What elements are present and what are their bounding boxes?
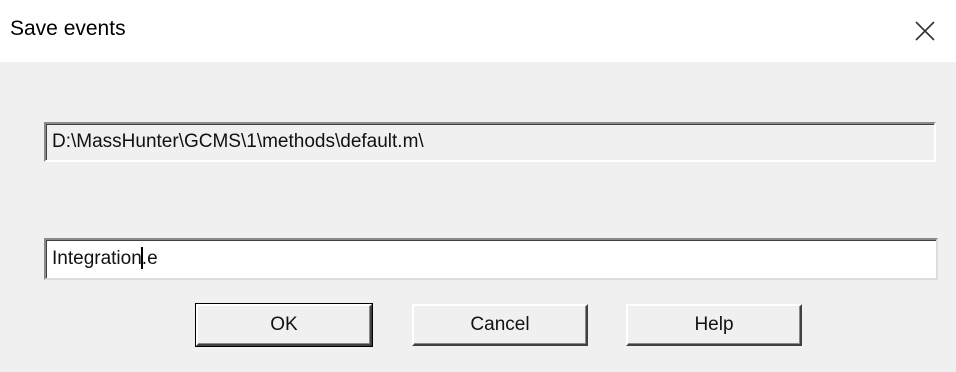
text-caret	[140, 246, 143, 269]
window-title: Save events	[10, 17, 126, 40]
event-filename-input[interactable]: Integration.e	[44, 238, 938, 280]
save-events-dialog: Save events D:\MassHunter\GCMS\1\methods…	[0, 0, 956, 372]
close-icon	[915, 21, 935, 41]
help-button[interactable]: Help	[626, 304, 802, 346]
method-path-field: D:\MassHunter\GCMS\1\methods\default.m\	[44, 122, 936, 162]
title-bar: Save events	[0, 0, 956, 62]
filename-text-after-caret: .e	[141, 248, 158, 269]
close-button[interactable]	[894, 0, 956, 62]
ok-button[interactable]: OK	[195, 303, 373, 347]
filename-text-before-caret: Integration	[52, 248, 142, 269]
cancel-button[interactable]: Cancel	[412, 304, 588, 346]
